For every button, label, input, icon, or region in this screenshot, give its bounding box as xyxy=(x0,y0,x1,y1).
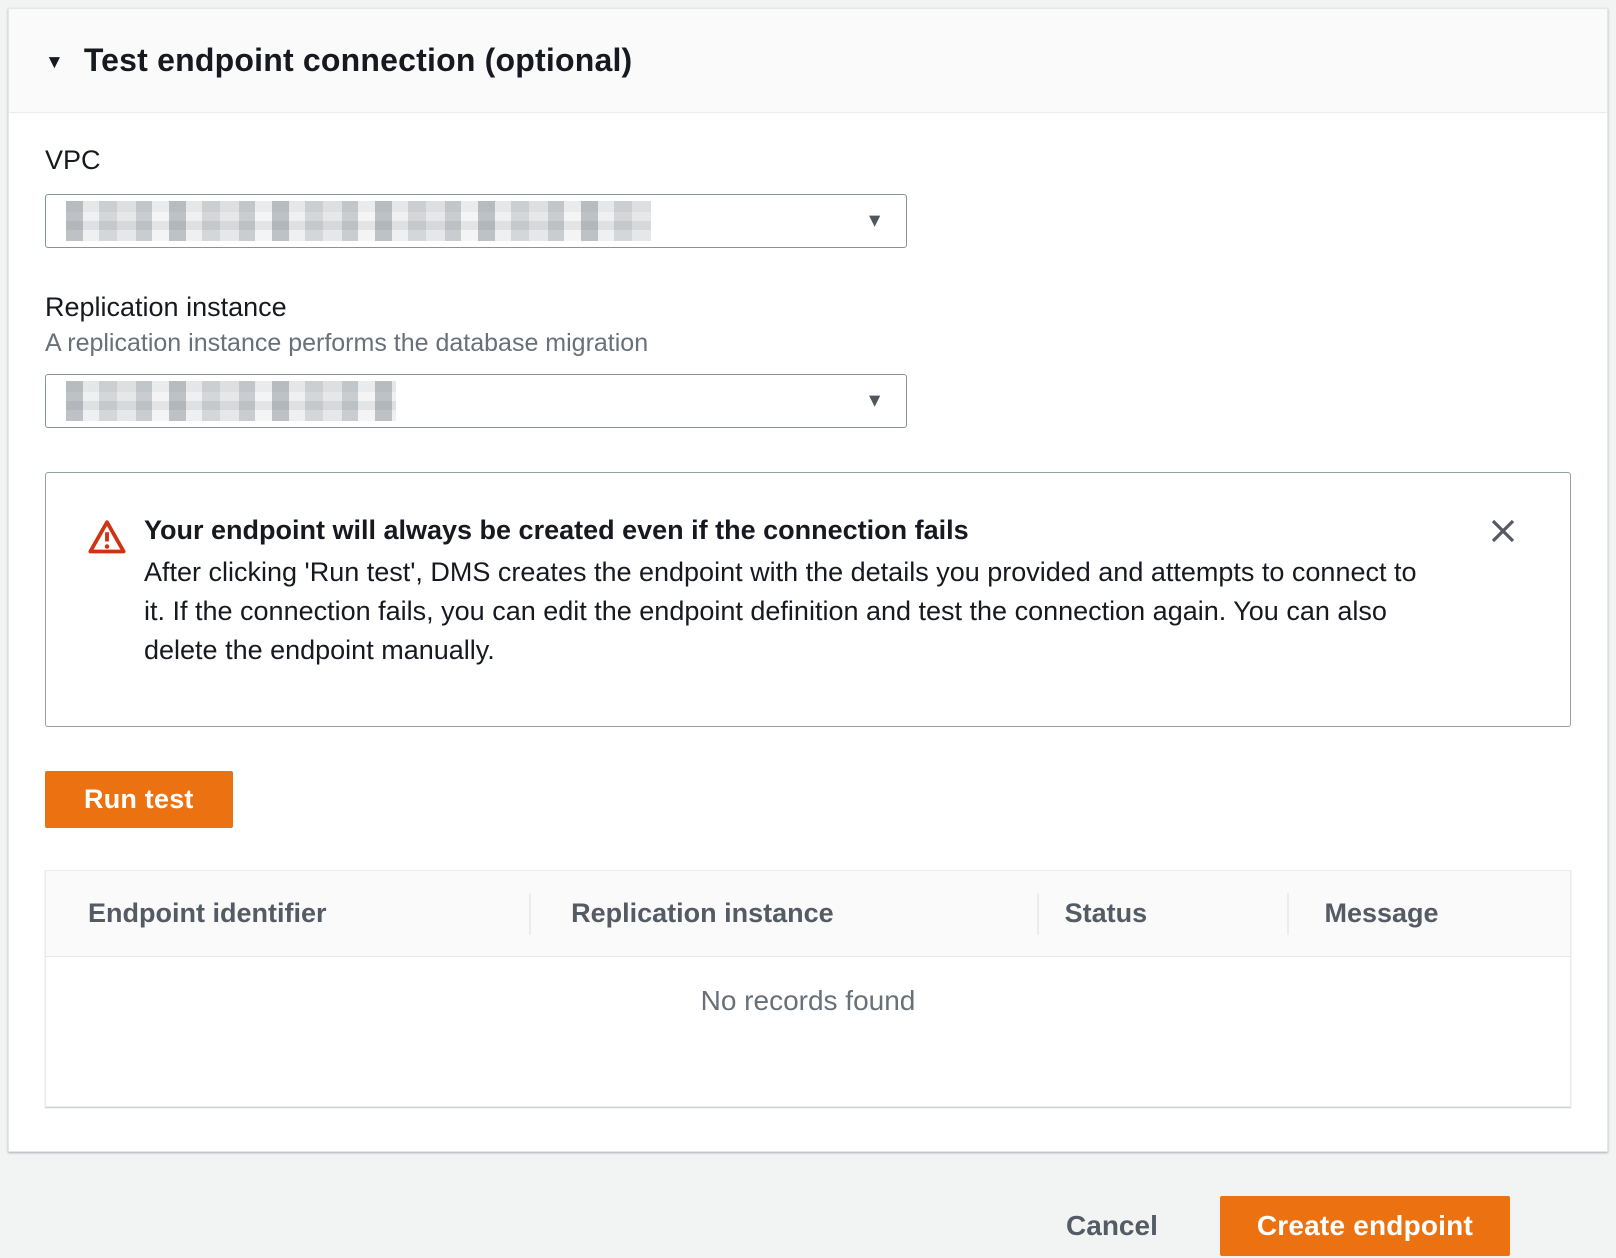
cancel-button[interactable]: Cancel xyxy=(1066,1210,1158,1242)
warning-body: After clicking 'Run test', DMS creates t… xyxy=(144,553,1420,670)
test-endpoint-section: ▼ Test endpoint connection (optional) VP… xyxy=(8,8,1608,1152)
warning-title: Your endpoint will always be created eve… xyxy=(144,515,1420,546)
run-test-row: Run test xyxy=(45,771,1571,828)
empty-state-message: No records found xyxy=(46,957,1570,1017)
caret-down-icon: ▼ xyxy=(865,392,884,411)
warning-flashbar: Your endpoint will always be created eve… xyxy=(45,472,1571,727)
page: ▼ Test endpoint connection (optional) VP… xyxy=(0,0,1616,1256)
column-header-message: Message xyxy=(1287,871,1570,956)
replication-instance-selected-value-redacted xyxy=(66,381,396,421)
table-header-row: Endpoint identifier Replication instance… xyxy=(46,871,1570,957)
vpc-label: VPC xyxy=(45,145,1571,176)
replication-instance-field: Replication instance A replication insta… xyxy=(45,292,1571,428)
section-header-toggle[interactable]: ▼ Test endpoint connection (optional) xyxy=(9,9,1607,113)
vpc-select[interactable]: ▼ xyxy=(45,194,907,248)
column-header-replication-instance: Replication instance xyxy=(529,871,1036,956)
column-header-status: Status xyxy=(1037,871,1287,956)
replication-instance-select[interactable]: ▼ xyxy=(45,374,907,428)
close-icon xyxy=(1488,516,1518,549)
warning-dismiss-button[interactable] xyxy=(1486,515,1520,549)
connection-results-table: Endpoint identifier Replication instance… xyxy=(45,870,1571,1107)
create-endpoint-button[interactable]: Create endpoint xyxy=(1220,1196,1510,1256)
warning-triangle-icon xyxy=(88,519,126,562)
vpc-field: VPC ▼ xyxy=(45,145,1571,248)
form-footer: Cancel Create endpoint xyxy=(8,1152,1608,1256)
caret-down-icon: ▼ xyxy=(865,212,884,231)
replication-instance-label: Replication instance xyxy=(45,292,1571,323)
column-header-endpoint-identifier: Endpoint identifier xyxy=(46,871,529,956)
section-title: Test endpoint connection (optional) xyxy=(84,42,633,79)
caret-down-icon: ▼ xyxy=(45,49,64,72)
table-body: No records found xyxy=(46,957,1570,1106)
replication-instance-description: A replication instance performs the data… xyxy=(45,329,1571,358)
warning-content: Your endpoint will always be created eve… xyxy=(144,515,1420,670)
run-test-button[interactable]: Run test xyxy=(45,771,233,828)
vpc-selected-value-redacted xyxy=(66,201,651,241)
section-body: VPC ▼ Replication instance A replication… xyxy=(9,113,1607,1151)
